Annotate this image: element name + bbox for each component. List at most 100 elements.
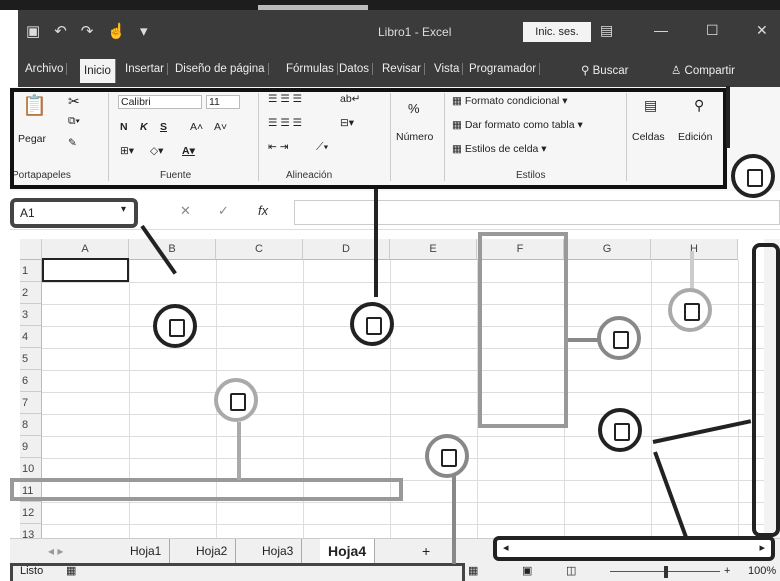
row-header[interactable]: 10 [20, 458, 42, 480]
connector-line [452, 476, 456, 564]
page-break-icon[interactable]: ◫ [566, 564, 576, 577]
grid-line [42, 392, 764, 393]
comment-bubble-icon[interactable] [153, 304, 197, 348]
connector-line [237, 422, 241, 480]
share-button[interactable]: ♙ Compartir [668, 63, 738, 77]
zoom-slider-thumb[interactable] [664, 566, 668, 578]
window-title: Libro1 - Excel [378, 25, 452, 39]
select-all-corner[interactable] [20, 239, 42, 260]
row-header[interactable]: 7 [20, 392, 42, 414]
row-header[interactable]: 2 [20, 282, 42, 304]
grid-line [42, 348, 764, 349]
grid-line [42, 502, 764, 503]
cancel-icon[interactable]: ✕ [180, 203, 191, 219]
name-box-dropdown-icon[interactable]: ▾ [121, 204, 126, 215]
tab-revisar[interactable]: Revisar [379, 63, 425, 75]
zoom-in-icon[interactable]: + [724, 565, 730, 577]
comment-bubble-icon[interactable] [350, 302, 394, 346]
minimize-icon[interactable]: — [654, 22, 668, 38]
zoom-level: 100% [748, 565, 777, 577]
connector-line [568, 338, 598, 342]
grid-line [42, 524, 764, 525]
sheet-tab-3[interactable]: Hoja3 [254, 539, 303, 563]
column-header[interactable]: G [564, 239, 651, 260]
tab-formulas[interactable]: Fórmulas [283, 63, 338, 75]
name-box[interactable]: A1 ▾ [10, 198, 138, 228]
customize-qat-icon[interactable]: ▾ [140, 22, 148, 40]
row-header[interactable]: 3 [20, 304, 42, 326]
tab-diseno[interactable]: Diseño de página [172, 63, 269, 75]
tab-vista[interactable]: Vista [431, 63, 464, 75]
column-header[interactable]: H [651, 239, 738, 260]
sheet-tab-4[interactable]: Hoja4 [320, 539, 376, 563]
tab-inicio[interactable]: Inicio [80, 59, 116, 83]
ribbon-display-icon[interactable]: ▤ [600, 22, 613, 39]
tab-insertar[interactable]: Insertar [122, 63, 168, 75]
grid-line [738, 260, 739, 541]
close-icon[interactable]: ✕ [756, 22, 768, 39]
grid-line [42, 370, 764, 371]
grid-line [651, 260, 652, 541]
comment-bubble-icon[interactable] [731, 154, 775, 198]
quick-access-toolbar: ▣ ↶ ↷ ☝ ▾ [26, 22, 148, 40]
normal-view-icon[interactable]: ▦ [468, 564, 478, 577]
maximize-icon[interactable]: ☐ [706, 22, 719, 39]
page-layout-icon[interactable]: ▣ [522, 564, 532, 577]
top-strip [0, 0, 780, 10]
ribbon-tabs: Archivo Inicio Insertar Diseño de página… [18, 54, 780, 87]
row-header[interactable]: 4 [20, 326, 42, 348]
touch-mode-icon[interactable]: ☝ [107, 22, 126, 40]
sign-in-button[interactable]: Inic. ses. [523, 22, 591, 42]
comment-bubble-icon[interactable] [425, 434, 469, 478]
grid-line [42, 326, 764, 327]
save-icon[interactable]: ▣ [26, 22, 40, 40]
sheet-tab-2[interactable]: Hoja2 [188, 539, 237, 563]
title-bar: ▣ ↶ ↷ ☝ ▾ Libro1 - Excel Inic. ses. ▤ — … [18, 10, 780, 54]
column-header[interactable]: E [390, 239, 477, 260]
share-label: Compartir [684, 65, 735, 77]
add-sheet-button[interactable]: + [414, 539, 438, 563]
row-header[interactable]: 5 [20, 348, 42, 370]
tab-buscar[interactable]: ⚲ Buscar [578, 63, 631, 77]
connector-line [690, 251, 694, 289]
row-header[interactable]: 6 [20, 370, 42, 392]
tab-programador[interactable]: Programador [466, 63, 541, 75]
grid-line [42, 436, 764, 437]
column-callout-frame [478, 232, 568, 428]
row-header[interactable]: 12 [20, 502, 42, 524]
comment-bubble-icon[interactable] [668, 288, 712, 332]
insert-function-icon[interactable]: fx [258, 203, 268, 218]
comment-bubble-icon[interactable] [214, 378, 258, 422]
vscroll-callout-frame [752, 243, 780, 537]
connector-line [374, 189, 378, 297]
active-cell[interactable] [42, 258, 129, 282]
column-header[interactable]: B [129, 239, 216, 260]
buscar-label: Buscar [592, 65, 629, 77]
scroll-left-icon[interactable]: ◂ [503, 541, 509, 554]
row-callout-frame [10, 478, 403, 501]
prev-sheet-icon[interactable]: ◂ ▸ [40, 539, 71, 563]
sheet-tab-1[interactable]: Hoja1 [122, 539, 171, 563]
grid-line [42, 304, 764, 305]
enter-icon[interactable]: ✓ [218, 203, 229, 219]
comment-bubble-icon[interactable] [597, 316, 641, 360]
undo-icon[interactable]: ↶ [54, 22, 67, 40]
scroll-right-icon[interactable]: ▸ [759, 541, 765, 554]
tab-archivo[interactable]: Archivo [22, 63, 68, 75]
row-header[interactable]: 9 [20, 436, 42, 458]
status-callout-frame [10, 563, 465, 581]
tab-datos[interactable]: Datos [336, 63, 374, 75]
column-header[interactable]: C [216, 239, 303, 260]
comment-bubble-icon[interactable] [598, 408, 642, 452]
ribbon-callout-frame [10, 88, 727, 189]
column-header[interactable]: A [42, 239, 129, 260]
grid-line [42, 414, 764, 415]
formula-input[interactable] [294, 200, 780, 225]
row-header[interactable]: 1 [20, 260, 42, 282]
name-box-value: A1 [20, 206, 35, 220]
row-header[interactable]: 8 [20, 414, 42, 436]
redo-icon[interactable]: ↷ [81, 22, 94, 40]
grid-line [42, 282, 764, 283]
connector-line [726, 86, 730, 148]
horizontal-scrollbar[interactable]: ◂ ▸ [493, 536, 775, 561]
